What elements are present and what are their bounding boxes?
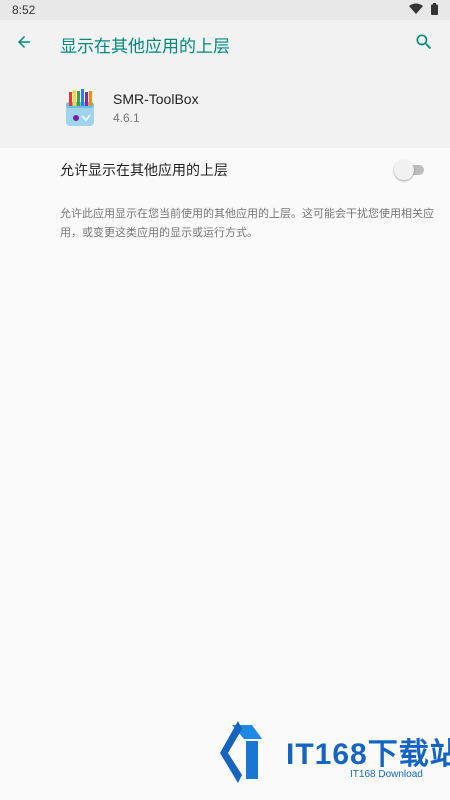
search-icon (414, 32, 434, 57)
app-header: SMR-ToolBox 4.6.1 (0, 68, 450, 148)
arrow-back-icon (15, 33, 33, 56)
permission-description: 允许此应用显示在您当前使用的其他应用的上层。这可能会干扰您使用相关应用，或变更这… (60, 208, 434, 239)
app-bar: 显示在其他应用的上层 (0, 20, 450, 68)
watermark-text: IT168下载站 IT168 Download (286, 729, 450, 780)
overlay-permission-switch[interactable] (394, 160, 428, 180)
back-button[interactable] (0, 20, 48, 68)
wifi-icon (409, 3, 423, 17)
status-bar: 8:52 (0, 0, 450, 20)
search-button[interactable] (400, 20, 448, 68)
battery-icon (431, 2, 438, 18)
app-name: SMR-ToolBox (113, 91, 199, 107)
watermark-main: IT168下载站 (286, 737, 450, 771)
watermark: IT168下载站 IT168 Download (218, 716, 450, 792)
page-title: 显示在其他应用的上层 (60, 36, 230, 56)
status-icons (409, 2, 438, 18)
status-time: 8:52 (12, 3, 36, 17)
it168-logo-icon (218, 717, 278, 792)
app-version: 4.6.1 (113, 111, 140, 125)
overlay-permission-label: 允许显示在其他应用的上层 (60, 162, 228, 178)
overlay-permission-row[interactable]: 允许显示在其他应用的上层 (0, 150, 450, 190)
app-info: SMR-ToolBox 4.6.1 (113, 91, 199, 125)
app-icon (64, 88, 96, 128)
switch-thumb (394, 160, 414, 180)
